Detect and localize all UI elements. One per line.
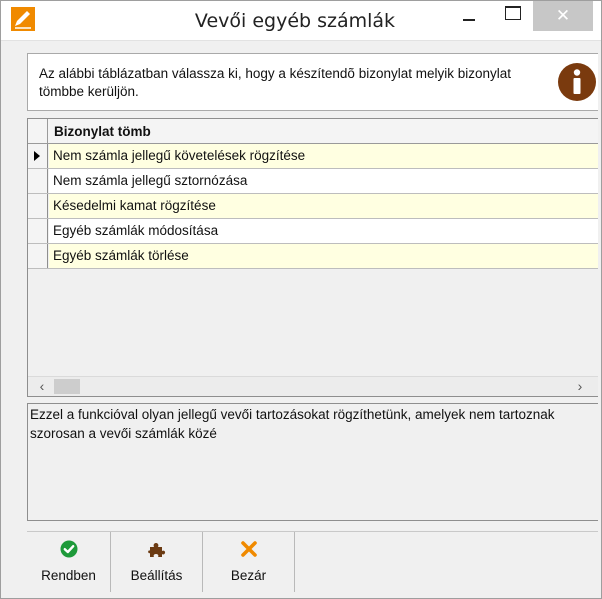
row-indicator: [28, 169, 48, 193]
close-button-label: Bezár: [230, 568, 267, 583]
ok-button-label: Rendben: [41, 568, 96, 583]
settings-button[interactable]: Beállítás: [111, 532, 203, 592]
table-cell[interactable]: Egyéb számlák törlése: [49, 244, 598, 268]
table-row[interactable]: Nem számla jellegű sztornózása: [28, 169, 598, 194]
maximize-button[interactable]: [498, 1, 526, 31]
description-text: Ezzel a funkcióval olyan jellegű vevői t…: [30, 407, 555, 441]
description-panel: Ezzel a funkcióval olyan jellegű vevői t…: [27, 403, 598, 521]
scroll-left-arrow-icon[interactable]: ‹: [32, 377, 52, 396]
table-cell[interactable]: Nem számla jellegű sztornózása: [49, 169, 598, 193]
table-row[interactable]: Késedelmi kamat rögzítése: [28, 194, 598, 219]
horizontal-scrollbar[interactable]: ‹ ›: [28, 376, 598, 396]
table-cell[interactable]: Egyéb számlák módosítása: [49, 219, 598, 243]
table-row[interactable]: Egyéb számlák módosítása: [28, 219, 598, 244]
table-cell[interactable]: Késedelmi kamat rögzítése: [49, 194, 598, 218]
table-row[interactable]: Egyéb számlák törlése: [28, 244, 598, 269]
check-circle-icon: [60, 540, 77, 558]
minimize-button[interactable]: [456, 1, 484, 31]
scroll-thumb[interactable]: [54, 379, 80, 394]
row-indicator-header: [28, 119, 48, 144]
grid-header: Bizonylat tömb: [28, 119, 598, 144]
row-indicator: [28, 194, 48, 218]
info-message: Az alábbi táblázatban válassza ki, hogy …: [39, 66, 512, 99]
settings-button-label: Beállítás: [130, 568, 183, 583]
info-panel: Az alábbi táblázatban válassza ki, hogy …: [27, 53, 598, 111]
scroll-right-arrow-icon[interactable]: ›: [570, 377, 590, 396]
close-x-icon: [240, 541, 257, 557]
close-button[interactable]: Bezár: [203, 532, 295, 592]
info-icon: [558, 63, 596, 101]
dialog-window: Vevői egyéb számlák ✕ Az alábbi táblázat…: [0, 0, 602, 599]
puzzle-piece-icon: [147, 543, 165, 557]
column-header-bizonylat-tomb[interactable]: Bizonylat tömb: [54, 124, 151, 139]
document-block-grid[interactable]: Bizonylat tömb Nem számla jellegű követe…: [27, 118, 598, 397]
row-indicator: [28, 219, 48, 243]
row-indicator: [28, 144, 48, 168]
table-cell[interactable]: Nem számla jellegű követelések rögzítése: [49, 144, 598, 168]
row-indicator: [28, 244, 48, 268]
close-window-button[interactable]: ✕: [533, 1, 593, 31]
ok-button[interactable]: Rendben: [27, 532, 111, 592]
table-row[interactable]: Nem számla jellegű követelések rögzítése: [28, 144, 598, 169]
title-bar[interactable]: Vevői egyéb számlák ✕: [1, 1, 601, 41]
current-row-arrow-icon: [34, 151, 40, 161]
bottom-toolbar: Rendben Beállítás Bezár: [27, 531, 598, 592]
